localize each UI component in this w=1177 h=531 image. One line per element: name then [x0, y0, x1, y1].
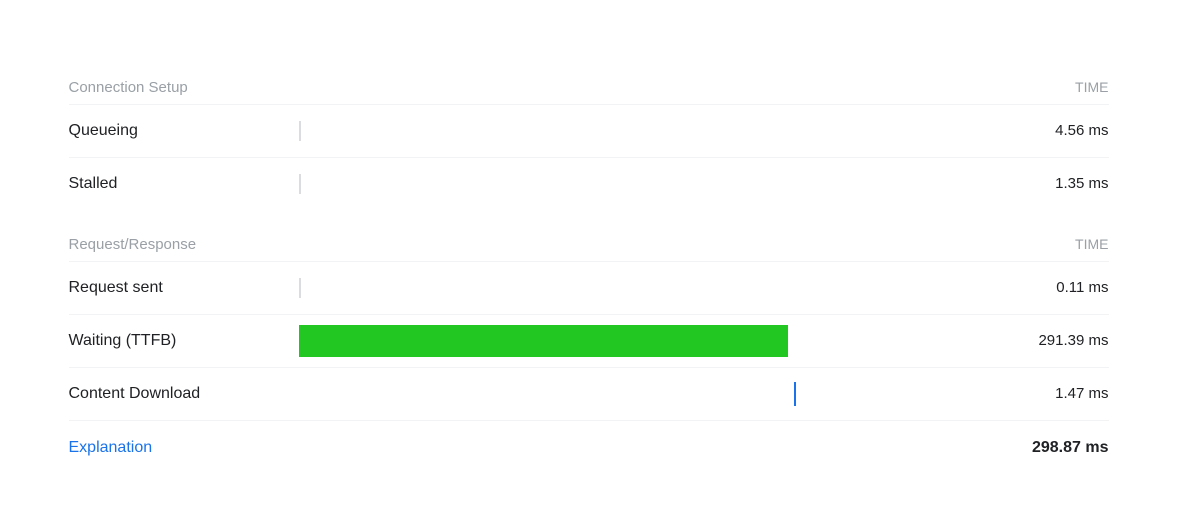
- queueing-bar-area: [289, 115, 1009, 147]
- footer-row: Explanation 298.87 ms: [69, 420, 1109, 463]
- request-response-time-label: TIME: [1009, 236, 1109, 252]
- queueing-row: Queueing 4.56 ms: [69, 104, 1109, 157]
- connection-setup-header: Connection Setup TIME: [69, 69, 1109, 104]
- queueing-bar: [299, 121, 301, 141]
- stalled-bar: [299, 174, 301, 194]
- request-sent-label: Request sent: [69, 279, 289, 297]
- request-sent-bar-area: [289, 272, 1009, 304]
- total-time: 298.87 ms: [1032, 439, 1109, 457]
- timing-panel: Connection Setup TIME Queueing 4.56 ms S…: [39, 49, 1139, 483]
- stalled-label: Stalled: [69, 175, 289, 193]
- connection-setup-time-label: TIME: [1009, 79, 1109, 95]
- content-download-bar-area: [289, 378, 1009, 410]
- waiting-ttfb-time: 291.39 ms: [1009, 332, 1109, 349]
- stalled-row: Stalled 1.35 ms: [69, 157, 1109, 210]
- request-response-header: Request/Response TIME: [69, 226, 1109, 261]
- queueing-time: 4.56 ms: [1009, 122, 1109, 139]
- queueing-label: Queueing: [69, 122, 289, 140]
- connection-setup-title: Connection Setup: [69, 79, 188, 96]
- section-divider: [69, 210, 1109, 226]
- explanation-link[interactable]: Explanation: [69, 439, 153, 457]
- waiting-ttfb-bar: [299, 325, 789, 357]
- content-download-time: 1.47 ms: [1009, 385, 1109, 402]
- content-download-bar: [794, 382, 796, 406]
- request-sent-row: Request sent 0.11 ms: [69, 261, 1109, 314]
- stalled-bar-area: [289, 168, 1009, 200]
- waiting-ttfb-label: Waiting (TTFB): [69, 332, 289, 350]
- waiting-ttfb-row: Waiting (TTFB) 291.39 ms: [69, 314, 1109, 367]
- request-response-title: Request/Response: [69, 236, 197, 253]
- waiting-ttfb-bar-area: [289, 325, 1009, 357]
- request-sent-bar: [299, 278, 301, 298]
- stalled-time: 1.35 ms: [1009, 175, 1109, 192]
- content-download-row: Content Download 1.47 ms: [69, 367, 1109, 420]
- request-sent-time: 0.11 ms: [1009, 279, 1109, 296]
- content-download-label: Content Download: [69, 385, 289, 403]
